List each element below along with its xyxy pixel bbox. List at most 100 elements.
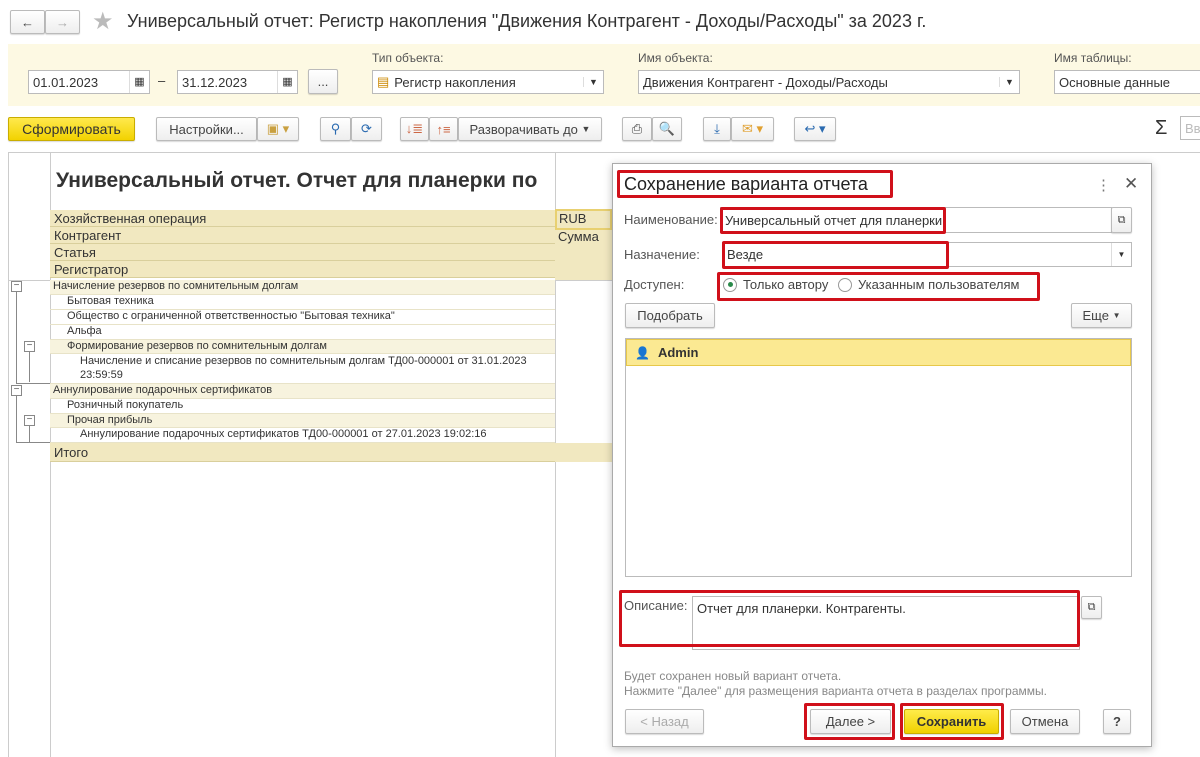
- registrar-time: 23:59:59: [80, 369, 123, 381]
- registrar-text: Начисление и списание резервов по сомнит…: [80, 355, 527, 367]
- radio-unchecked-icon: [838, 277, 852, 292]
- header-registrar: Регистратор: [50, 261, 555, 278]
- table-name-select[interactable]: Основные данные: [1054, 70, 1200, 94]
- back-button[interactable]: ←: [10, 10, 45, 34]
- name-input[interactable]: Универсальный отчет для планерки: [720, 207, 1112, 233]
- table-name-value: Основные данные: [1059, 74, 1171, 90]
- forward-button[interactable]: →: [45, 10, 80, 34]
- table-row[interactable]: Розничный покупатель: [50, 399, 555, 414]
- printer-icon: ⎙: [631, 121, 643, 136]
- users-list[interactable]: [625, 338, 1132, 577]
- description-input[interactable]: Отчет для планерки. Контрагенты.: [692, 596, 1080, 650]
- period-button[interactable]: ...: [308, 69, 338, 94]
- pick-button[interactable]: Подобрать: [625, 303, 715, 328]
- return-arrow-icon: ↩ ▾: [804, 121, 826, 136]
- sum-icon[interactable]: Σ: [1155, 117, 1167, 140]
- currency-header[interactable]: RUB: [555, 209, 612, 230]
- sum-header: Сумма: [558, 229, 599, 244]
- chevron-down-icon: ▼: [1112, 311, 1121, 320]
- goto-button[interactable]: ↩ ▾: [794, 117, 836, 141]
- open-editor-button[interactable]: ⧉: [1081, 596, 1102, 619]
- name-label: Наименование:: [624, 212, 718, 227]
- collapse-all-button[interactable]: ↑≡: [429, 117, 458, 141]
- more-vert-icon[interactable]: ⋮: [1096, 176, 1111, 194]
- search-input[interactable]: Вв: [1180, 116, 1200, 140]
- collapse-icon[interactable]: −: [24, 341, 35, 352]
- purpose-label: Назначение:: [624, 247, 700, 262]
- calendar-icon[interactable]: ▦: [129, 71, 149, 93]
- preview-icon: 🔍: [658, 121, 676, 136]
- radio-author-label: Только автору: [743, 277, 829, 292]
- table-row[interactable]: Аннулирование подарочных сертификатов ТД…: [50, 428, 555, 443]
- user-icon: 👤: [635, 345, 650, 360]
- header-article: Статья: [50, 244, 555, 261]
- collapse-list-icon: ↑≡: [436, 121, 451, 137]
- back-button[interactable]: < Назад: [625, 709, 704, 734]
- calendar-icon[interactable]: ▦: [277, 71, 297, 93]
- more-button[interactable]: Еще ▼: [1071, 303, 1132, 328]
- chevron-down-icon: ▼: [581, 124, 591, 134]
- radio-users[interactable]: Указанным пользователям: [838, 277, 1019, 292]
- info-text-1: Будет сохранен новый вариант отчета.: [624, 669, 842, 683]
- table-row[interactable]: Альфа: [50, 325, 555, 340]
- search-next-icon: ⟳: [361, 121, 372, 136]
- generate-button[interactable]: Сформировать: [8, 117, 135, 141]
- table-row[interactable]: Общество с ограниченной ответственностью…: [50, 310, 555, 325]
- table-row[interactable]: Бытовая техника: [50, 295, 555, 310]
- variants-button[interactable]: ▣ ▾: [257, 117, 299, 141]
- open-window-icon: ⧉: [1117, 213, 1126, 226]
- email-button[interactable]: ✉ ▾: [731, 117, 774, 141]
- purpose-select[interactable]: Везде ▼: [722, 242, 1132, 267]
- object-type-value: Регистр накопления: [394, 74, 516, 90]
- object-name-label: Имя объекта:: [638, 51, 713, 65]
- table-row[interactable]: Формирование резервов по сомнительным до…: [50, 340, 555, 354]
- table-row[interactable]: Начисление резервов по сомнительным долг…: [50, 280, 555, 295]
- save-button[interactable]: Сохранить: [904, 709, 999, 734]
- next-button[interactable]: Далее >: [810, 709, 891, 734]
- user-name: Admin: [657, 345, 699, 360]
- cancel-button[interactable]: Отмена: [1010, 709, 1080, 734]
- save-file-button[interactable]: ⤓: [703, 117, 731, 141]
- header-operation: Хозяйственная операция: [50, 210, 555, 227]
- object-type-select[interactable]: ▤ Регистр накопления ▼: [372, 70, 604, 94]
- expand-to-label: Разворачивать до: [469, 121, 578, 137]
- chevron-down-icon: ▼: [583, 77, 603, 87]
- window-title: Универсальный отчет: Регистр накопления …: [127, 11, 927, 31]
- settings-button[interactable]: Настройки...: [156, 117, 257, 141]
- open-editor-button[interactable]: ⧉: [1111, 207, 1132, 233]
- date-separator: –: [158, 73, 166, 88]
- star-icon[interactable]: ★: [92, 7, 114, 36]
- open-window-icon: ⧉: [1087, 601, 1096, 613]
- more-label: Еще: [1082, 308, 1109, 323]
- collapse-icon[interactable]: −: [24, 415, 35, 426]
- register-icon: ▤: [377, 74, 390, 89]
- table-name-label: Имя таблицы:: [1054, 51, 1132, 65]
- table-row[interactable]: Аннулирование подарочных сертификатов: [50, 384, 555, 399]
- print-button[interactable]: ⎙: [622, 117, 652, 141]
- find-button[interactable]: ⚲: [320, 117, 351, 141]
- object-type-label: Тип объекта:: [372, 51, 444, 65]
- expand-all-button[interactable]: ↓≣: [400, 117, 429, 141]
- list-item[interactable]: 👤 Admin: [626, 339, 1131, 366]
- find-next-button[interactable]: ⟳: [351, 117, 382, 141]
- arrow-left-icon: ←: [21, 14, 34, 30]
- purpose-value: Везде: [727, 247, 764, 262]
- table-row[interactable]: Начисление и списание резервов по сомнит…: [50, 354, 555, 384]
- date-from-value: 01.01.2023: [33, 74, 99, 90]
- close-icon[interactable]: ✕: [1124, 174, 1138, 194]
- expand-to-button[interactable]: Разворачивать до ▼: [458, 117, 602, 141]
- folder-report-icon: ▣ ▾: [266, 121, 290, 136]
- collapse-icon[interactable]: −: [11, 385, 22, 396]
- object-name-select[interactable]: Движения Контрагент - Доходы/Расходы ▼: [638, 70, 1020, 94]
- preview-button[interactable]: 🔍: [652, 117, 682, 141]
- table-row[interactable]: Прочая прибыль: [50, 414, 555, 428]
- available-label: Доступен:: [624, 277, 685, 292]
- help-button[interactable]: ?: [1103, 709, 1131, 734]
- radio-checked-icon: [723, 277, 737, 292]
- collapse-icon[interactable]: −: [11, 281, 22, 292]
- description-label: Описание:: [624, 598, 688, 613]
- radio-author[interactable]: Только автору: [723, 277, 828, 292]
- date-from-input[interactable]: 01.01.2023 ▦: [28, 70, 150, 94]
- envelope-icon: ✉ ▾: [741, 121, 764, 136]
- date-to-input[interactable]: 31.12.2023 ▦: [177, 70, 298, 94]
